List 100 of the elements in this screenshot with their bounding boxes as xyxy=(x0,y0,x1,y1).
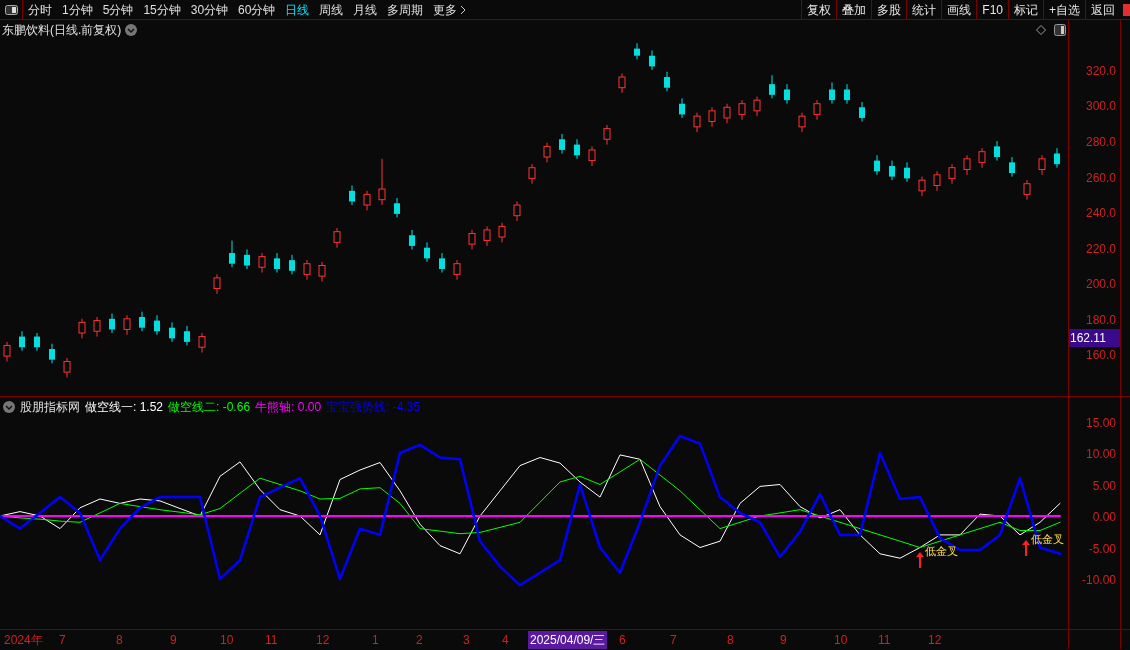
candlestick xyxy=(559,133,565,154)
candlestick xyxy=(139,311,145,332)
arrow-up-icon xyxy=(916,551,924,568)
candlestick xyxy=(453,259,461,281)
diamond-icon[interactable] xyxy=(1036,25,1046,35)
candlestick xyxy=(874,154,880,176)
price-axis-label: 200.0 xyxy=(1085,276,1116,294)
indicator-axis-label: 0.00 xyxy=(1092,509,1116,526)
indicator-axis-label: 15.00 xyxy=(1085,414,1116,432)
panel-icon[interactable] xyxy=(1054,24,1066,36)
toolbar-button[interactable]: F10 xyxy=(976,0,1008,20)
time-label: 11 xyxy=(264,632,279,649)
time-label: 7 xyxy=(669,632,678,649)
time-label: 9 xyxy=(779,632,788,649)
candlestick xyxy=(603,124,611,146)
period-tab[interactable]: 60分钟 xyxy=(238,0,276,19)
candlestick xyxy=(109,312,115,334)
toolbar-button[interactable]: 画线 xyxy=(941,0,977,20)
time-label: 1 xyxy=(371,632,380,649)
candlestick xyxy=(513,200,521,222)
candlestick xyxy=(229,240,235,268)
candlestick xyxy=(198,332,206,354)
candlestick xyxy=(468,229,476,250)
period-tab[interactable]: 5分钟 xyxy=(102,0,134,19)
candlestick xyxy=(274,252,280,274)
candlestick xyxy=(258,252,266,274)
candlestick xyxy=(483,225,491,247)
candlestick xyxy=(963,154,971,176)
candlestick xyxy=(498,222,506,243)
dropdown-icon[interactable] xyxy=(3,401,15,413)
candlestick xyxy=(813,99,821,121)
dropdown-icon[interactable] xyxy=(125,24,138,36)
candlestick xyxy=(154,314,160,336)
price-axis-label: 280.0 xyxy=(1085,134,1116,152)
toolbar-button[interactable]: 叠加 xyxy=(836,0,872,20)
toolbar-button[interactable]: 多股 xyxy=(871,0,907,20)
time-label: 12 xyxy=(315,632,331,649)
time-label: 10 xyxy=(833,632,849,649)
time-label: 2 xyxy=(415,632,424,649)
candlestick xyxy=(769,74,775,99)
candlestick xyxy=(213,273,221,295)
price-axis-label: 220.0 xyxy=(1085,240,1116,258)
toolbar-button[interactable]: 统计 xyxy=(906,0,942,20)
candlestick xyxy=(679,97,685,119)
period-tab[interactable]: 分时 xyxy=(28,0,52,19)
candlestick xyxy=(333,227,341,249)
price-axis-label: 320.0 xyxy=(1085,62,1116,80)
price-axis-label: 180.0 xyxy=(1085,311,1116,329)
corner-marker xyxy=(1123,3,1130,16)
period-tab[interactable]: 1分钟 xyxy=(62,0,93,19)
candlestick xyxy=(3,341,11,362)
time-label: 4 xyxy=(501,632,510,649)
candlestick xyxy=(1054,147,1060,169)
price-axis-label: 300.0 xyxy=(1085,98,1116,116)
candlestick xyxy=(394,197,400,218)
candlestick xyxy=(169,321,175,343)
candlestick xyxy=(844,83,850,105)
candlestick xyxy=(93,316,101,338)
period-tab[interactable]: 30分钟 xyxy=(190,0,229,19)
indicator-axis-label: 10.00 xyxy=(1085,446,1116,464)
candlestick xyxy=(78,318,86,339)
period-tab[interactable]: 月线 xyxy=(353,0,378,19)
time-label: 8 xyxy=(115,632,124,649)
time-label: 12 xyxy=(927,632,943,649)
candlestick xyxy=(1038,154,1046,176)
period-tab[interactable]: 多周期 xyxy=(387,0,424,19)
candlestick xyxy=(244,248,250,270)
candlestick xyxy=(303,259,311,281)
period-tab[interactable]: 15分钟 xyxy=(143,0,181,19)
toolbar-button[interactable]: 复权 xyxy=(801,0,837,20)
candlestick xyxy=(798,112,806,133)
period-tab[interactable]: 周线 xyxy=(319,0,344,19)
toolbar-button[interactable]: +自选 xyxy=(1043,0,1085,20)
price-axis-label: 160.0 xyxy=(1085,347,1116,365)
candlestick xyxy=(948,163,956,185)
candlestick xyxy=(574,138,580,160)
signal-label: 低金叉 xyxy=(925,544,958,559)
toolbar-button[interactable]: 标记 xyxy=(1008,0,1043,20)
candlestick xyxy=(184,325,190,346)
candlestick xyxy=(63,357,71,378)
series-legend: 做空线一: 1.52 xyxy=(85,398,164,416)
indicator-name: 股朋指标网 xyxy=(20,399,80,416)
series-legend: 宝宝强势线: -4.35 xyxy=(326,398,421,416)
candlestick xyxy=(693,112,701,133)
candlestick xyxy=(649,49,655,71)
period-tab[interactable]: 日线 xyxy=(285,0,310,19)
candlestick xyxy=(49,343,55,364)
time-label: 7 xyxy=(58,632,67,649)
time-label: 2025/04/09/三 xyxy=(528,631,608,649)
price-tag: 162.11 xyxy=(1069,329,1120,347)
candlestick xyxy=(19,330,25,352)
candlestick xyxy=(588,145,596,167)
more-button[interactable]: 更多 xyxy=(433,0,467,19)
candlestick xyxy=(784,83,790,105)
candlestick xyxy=(363,190,371,211)
candlestick xyxy=(349,184,355,206)
candlestick xyxy=(933,170,941,192)
toolbar-button[interactable]: 返回 xyxy=(1085,0,1120,20)
candlestick xyxy=(123,314,131,336)
panel-icon xyxy=(4,4,18,15)
